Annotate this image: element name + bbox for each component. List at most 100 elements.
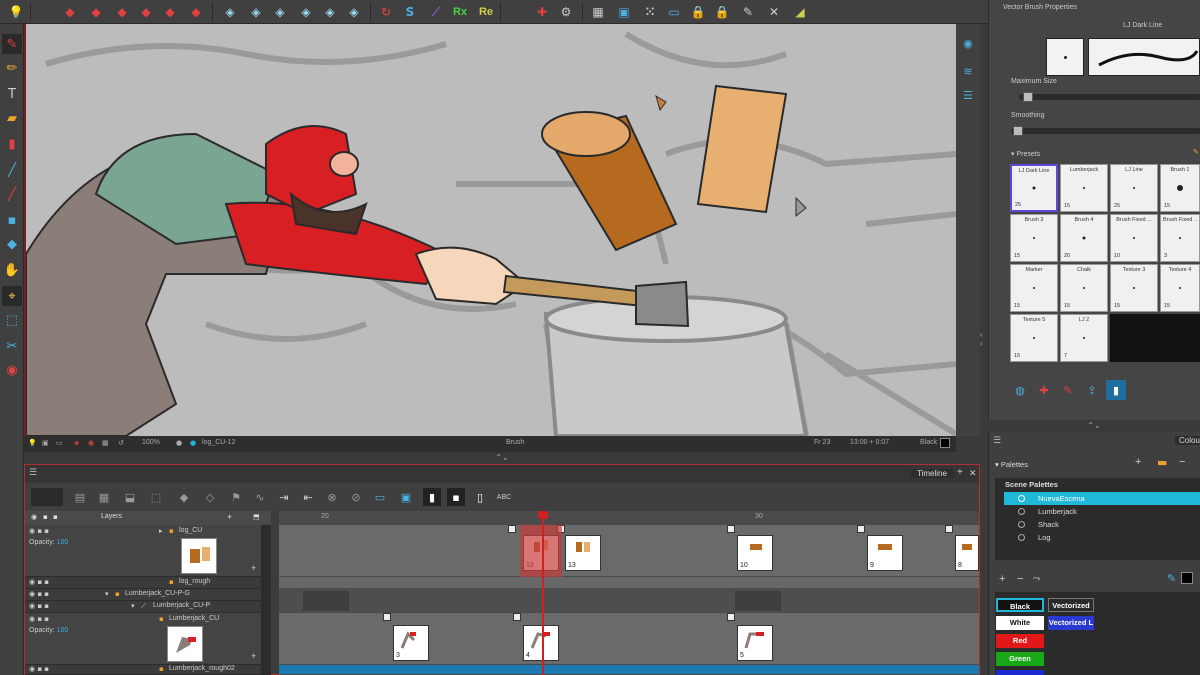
reset-x-button[interactable]: Rx: [450, 2, 470, 22]
brush-settings-icon[interactable]: ▮: [1106, 380, 1126, 400]
side-collapse-handle[interactable]: ‹ ›: [980, 330, 988, 370]
timeline-layer-dropdown[interactable]: [31, 488, 63, 506]
keyframe-thumbnail[interactable]: 9: [867, 535, 903, 571]
preset-cell[interactable]: Lumberjack 15: [1060, 164, 1108, 212]
cube-view-6-icon[interactable]: ◈: [344, 2, 364, 22]
lightbulb-icon[interactable]: 💡: [6, 2, 26, 22]
preset-cell[interactable]: Brush 1 15: [1160, 164, 1200, 212]
palette-item[interactable]: Shack: [1004, 518, 1200, 531]
colour-swatch-black[interactable]: Black: [996, 598, 1044, 612]
layers-scrollbar[interactable]: [261, 525, 271, 675]
brush-tool-icon[interactable]: ✎: [2, 34, 22, 54]
menu-icon[interactable]: ☰: [993, 436, 1001, 446]
onion-skin-reduce-icon[interactable]: ◆: [112, 2, 132, 22]
thumbnail-view-icon[interactable]: ▮: [423, 488, 441, 506]
add-layer-icon[interactable]: ▤: [71, 488, 89, 506]
frames-grid[interactable]: 12 13 10 9: [279, 525, 979, 675]
keyframe-thumbnail[interactable]: 10: [737, 535, 773, 571]
preset-cell[interactable]: Texture 4 15: [1160, 264, 1200, 312]
small-thumbnail-icon[interactable]: ▪: [447, 488, 465, 506]
transform-tool-icon[interactable]: ⌖: [2, 286, 22, 306]
layer-row[interactable]: ◉ ▪ ▪ ▾ ▪ Lumberjack_CU-P-G: [25, 589, 271, 601]
add-drawing-button[interactable]: +: [251, 651, 256, 661]
onion-skin-icon[interactable]: ◈: [74, 439, 79, 447]
select-tool-icon[interactable]: ⬚: [2, 310, 22, 330]
layer-visibility-icon[interactable]: ◉ ▪ ▪: [29, 665, 49, 673]
exposure-block[interactable]: [735, 591, 781, 611]
delete-layer-icon[interactable]: ⬚: [147, 488, 165, 506]
preset-cell[interactable]: Chalk 15: [1060, 264, 1108, 312]
keyframe-marker[interactable]: [945, 525, 953, 533]
colour-swatch-red[interactable]: Red: [996, 634, 1044, 648]
collapse-arrow-icon[interactable]: ▾: [131, 602, 135, 610]
onion-range-icon[interactable]: ▭: [371, 488, 389, 506]
cube-view-2-icon[interactable]: ◈: [246, 2, 266, 22]
pencil-tool-icon[interactable]: ✏: [2, 58, 22, 78]
solo-column-icon[interactable]: ▪: [53, 513, 58, 521]
camera-frame-icon[interactable]: ▣: [614, 2, 634, 22]
cube-view-3-icon[interactable]: ◈: [270, 2, 290, 22]
opacity-field[interactable]: Opacity: 100: [29, 627, 68, 634]
smoothing-slider-thumb[interactable]: [1013, 126, 1023, 136]
lock-column-icon[interactable]: ▪: [43, 513, 48, 521]
layer-row[interactable]: ◉ ▪ ▪ ▸ ▪ log_CU Opacity: 100 +: [25, 525, 271, 577]
text-tool-icon[interactable]: T: [2, 84, 22, 104]
add-palette-button[interactable]: +: [1135, 456, 1141, 468]
preset-cell[interactable]: LJ 2 7: [1060, 314, 1108, 362]
layer-row[interactable]: ◉ ▪ ▪ ▾ ⟋ Lumberjack_CU-P: [25, 601, 271, 613]
motion-key-icon[interactable]: ⊗: [323, 488, 341, 506]
pencil-line-icon[interactable]: ✎: [738, 2, 758, 22]
ease-icon[interactable]: ∿: [251, 488, 269, 506]
collapse-layers-icon[interactable]: ⬒: [253, 513, 260, 521]
layer-row[interactable]: ◉ ▪ ▪ ▪ log_rough: [25, 577, 271, 589]
close-gap-icon[interactable]: ✕: [764, 2, 784, 22]
preset-cell[interactable]: Marker 15: [1010, 264, 1058, 312]
line-tool-icon[interactable]: ╱: [2, 160, 22, 180]
abc-label-button[interactable]: ABC: [495, 488, 513, 506]
edit-colour-icon[interactable]: ⤳: [1033, 573, 1040, 584]
layer-visibility-icon[interactable]: ◉ ▪ ▪: [29, 615, 49, 623]
lock-icon[interactable]: 🔒: [688, 2, 708, 22]
preset-cell[interactable]: Brush 3 15: [1010, 214, 1058, 262]
opacity-field[interactable]: Opacity: 100: [29, 539, 68, 546]
extend-exposure-icon[interactable]: ⇥: [275, 488, 293, 506]
keyframe-thumbnail[interactable]: 3: [393, 625, 429, 661]
smoothing-slider[interactable]: [1011, 128, 1200, 134]
light-table-icon[interactable]: ▭: [664, 2, 684, 22]
layer-row[interactable]: ◉ ▪ ▪ ▪ Lumberjack_rough02: [25, 665, 271, 675]
gear-icon[interactable]: ⚙: [556, 2, 576, 22]
eye-column-icon[interactable]: ◉: [31, 513, 37, 521]
layer-visibility-icon[interactable]: ◉ ▪ ▪: [29, 527, 49, 535]
paint-unpainted-icon[interactable]: ◢: [790, 2, 810, 22]
preset-cell[interactable]: Texture 3 15: [1110, 264, 1158, 312]
tab-colour[interactable]: Colou: [1175, 436, 1200, 445]
frame-row[interactable]: [279, 577, 979, 589]
add-tab-icon[interactable]: +: [957, 467, 963, 478]
frame-row[interactable]: 3 4 5: [279, 613, 979, 665]
palettes-section[interactable]: ▾ Palettes: [995, 460, 1028, 469]
layer-visibility-icon[interactable]: ◉ ▪ ▪: [29, 590, 49, 598]
dotted-grid-icon[interactable]: ⁙: [640, 2, 660, 22]
import-brushes-icon[interactable]: ◍: [1010, 380, 1030, 400]
hand-tool-icon[interactable]: ✋: [2, 260, 22, 280]
palette-radio[interactable]: [1018, 521, 1025, 528]
add-drawing-button[interactable]: +: [251, 563, 256, 573]
maximum-size-slider-thumb[interactable]: [1023, 92, 1033, 102]
keyframe-thumbnail[interactable]: 8: [955, 535, 979, 571]
expand-arrow-icon[interactable]: ▸: [159, 527, 163, 535]
colour-swatch-vectorized-line-blue[interactable]: Vectorized L: [1048, 616, 1094, 630]
light-table-icon[interactable]: ◉: [88, 439, 94, 447]
preset-cell[interactable]: Texture 5 15: [1010, 314, 1058, 362]
palette-item[interactable]: Log: [1004, 531, 1200, 544]
add-key-icon[interactable]: ✚: [532, 2, 552, 22]
opacity-value[interactable]: 100: [57, 627, 69, 634]
reduce-exposure-icon[interactable]: ⇤: [299, 488, 317, 506]
dropper-icon[interactable]: ✎: [1167, 572, 1176, 585]
stroke-tool-icon[interactable]: ╱: [2, 184, 22, 204]
eraser-tool-icon[interactable]: ▰: [2, 108, 22, 128]
layer-visibility-icon[interactable]: ◉ ▪ ▪: [29, 578, 49, 586]
onion-skin-previous-icon[interactable]: ◆: [60, 2, 80, 22]
frame-ruler[interactable]: 20 30: [279, 511, 979, 525]
current-colour-swatch[interactable]: [940, 438, 950, 448]
layer-visibility-icon[interactable]: ◉ ▪ ▪: [29, 602, 49, 610]
